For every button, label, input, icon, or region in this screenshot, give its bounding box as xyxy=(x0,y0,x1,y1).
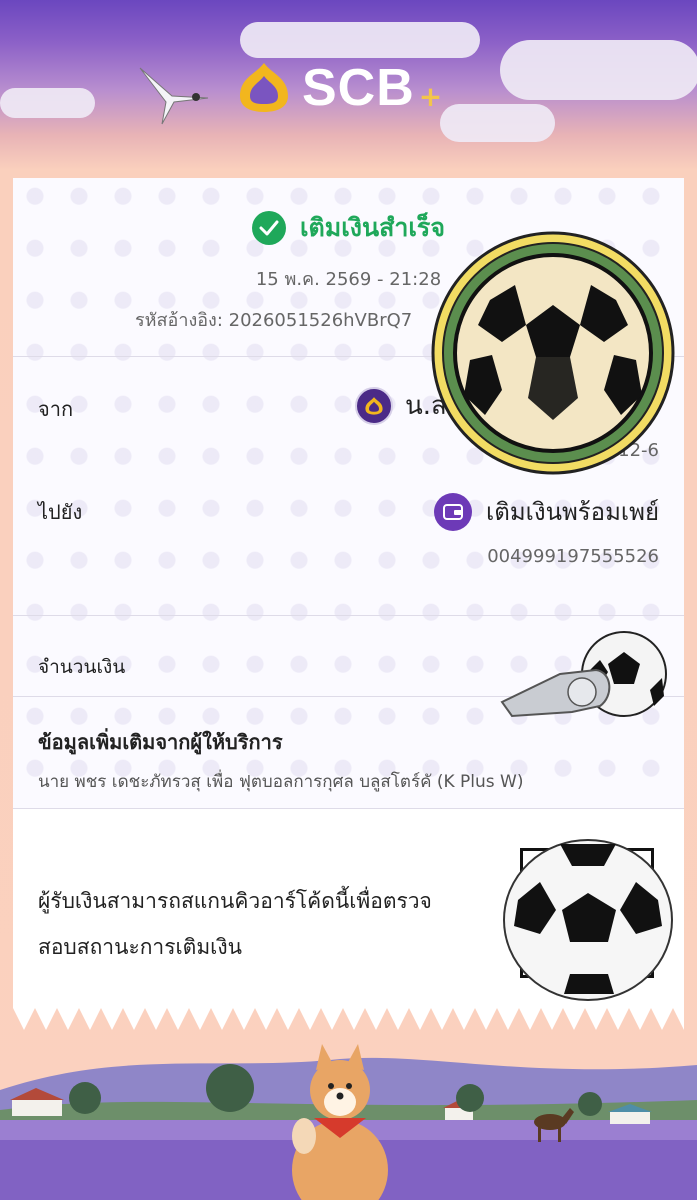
whistle-and-ball-icon xyxy=(500,631,667,718)
bird-icon xyxy=(139,67,209,125)
to-label: ไปยัง xyxy=(38,500,83,524)
divider xyxy=(13,615,684,616)
to-account: เติมเงินพร้อมเพย์ xyxy=(434,492,659,531)
reference-label: รหัสอ้างอิง: xyxy=(135,310,223,331)
success-check-icon xyxy=(251,211,286,245)
soccer-ball-badge-icon xyxy=(431,231,675,475)
qr-instruction-text: ผู้รับเงินสามารถสแกนคิวอาร์โค้ดนี้เพื่อต… xyxy=(38,889,432,959)
soccer-ball-icon xyxy=(503,839,673,1001)
lavender-field-scenery xyxy=(0,1044,697,1200)
to-account-number: 004999197555526 xyxy=(487,546,659,567)
reference-row: รหัสอ้างอิง: 2026051526hVBrQ7 xyxy=(135,305,412,334)
cloud xyxy=(500,40,697,100)
scb-bank-icon xyxy=(355,386,393,425)
cloud xyxy=(440,104,555,142)
brand-name: SCB xyxy=(302,59,415,117)
from-label: จาก xyxy=(38,397,74,421)
scb-logo: SCB + xyxy=(236,58,442,118)
status-text: เติมเงินสำเร็จ xyxy=(299,213,446,242)
divider xyxy=(13,808,684,809)
scb-logo-icon xyxy=(240,63,288,112)
cloud xyxy=(0,88,95,118)
extra-info-description: นาย พชร เดชะภัทรวสุ เพื่อ ฟุตบอลการกุศล … xyxy=(38,772,524,792)
wallet-icon xyxy=(434,492,473,531)
reference-value: 2026051526hVBrQ7 xyxy=(228,310,413,331)
cloud xyxy=(240,22,480,58)
brand-plus: + xyxy=(418,79,443,113)
to-name: เติมเงินพร้อมเพย์ xyxy=(486,498,659,526)
app-header: SCB + xyxy=(0,0,697,178)
extra-info-title: ข้อมูลเพิ่มเติมจากผู้ให้บริการ xyxy=(38,730,283,754)
amount-label: จำนวนเงิน xyxy=(38,656,126,678)
receipt-zigzag-edge xyxy=(13,1008,684,1030)
